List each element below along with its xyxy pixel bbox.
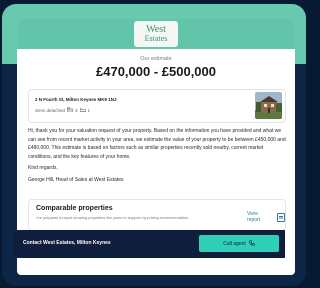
card-header: West Estates [17,19,295,49]
property-type: Semi detached [35,108,66,113]
bed-icon [66,107,74,114]
message-regards: Kind regards, [28,165,58,172]
message-paragraph: Hi, thank you for your valuation request… [28,128,286,160]
bath-icon [79,107,86,114]
valuation-message: Hi, thank you for your valuation request… [28,127,286,185]
contact-bar: Contact West Estates, Milton Keynes Call… [13,230,285,258]
estimate-label: Our estimate [140,56,172,62]
property-meta: Semi detached 3 1 [35,107,90,114]
brand-logo: West Estates [134,21,178,47]
comparable-title: Comparable properties [36,205,113,212]
app-frame: West Estates Our estimate £470,000 - £50… [2,4,306,286]
phone-icon [248,239,255,248]
comparable-properties-panel: Comparable properties I’ve prepared a re… [28,199,286,231]
bedroom-count: 3 [75,108,78,113]
document-icon [277,212,285,222]
contact-label: Contact West Estates, Milton Keynes [23,240,111,246]
estimate-value: £470,000 - £500,000 [96,64,216,79]
property-address: 2 N Fourth St, Milton Keynes MK9 1NJ [35,97,117,102]
view-report-link[interactable]: View report [247,211,285,223]
property-summary: 2 N Fourth St, Milton Keynes MK9 1NJ Sem… [28,89,286,123]
bathroom-count: 1 [87,108,91,113]
call-agent-button[interactable]: Call agent [199,235,279,252]
message-signature: George Hill, Head of Sales at West Estat… [28,176,124,183]
view-report-label: View report [247,211,261,223]
comparable-description: I’ve prepared a report showing propertie… [36,216,190,220]
property-photo [255,92,282,119]
call-agent-label: Call agent [223,240,246,247]
logo-line-2: Estates [144,34,168,43]
